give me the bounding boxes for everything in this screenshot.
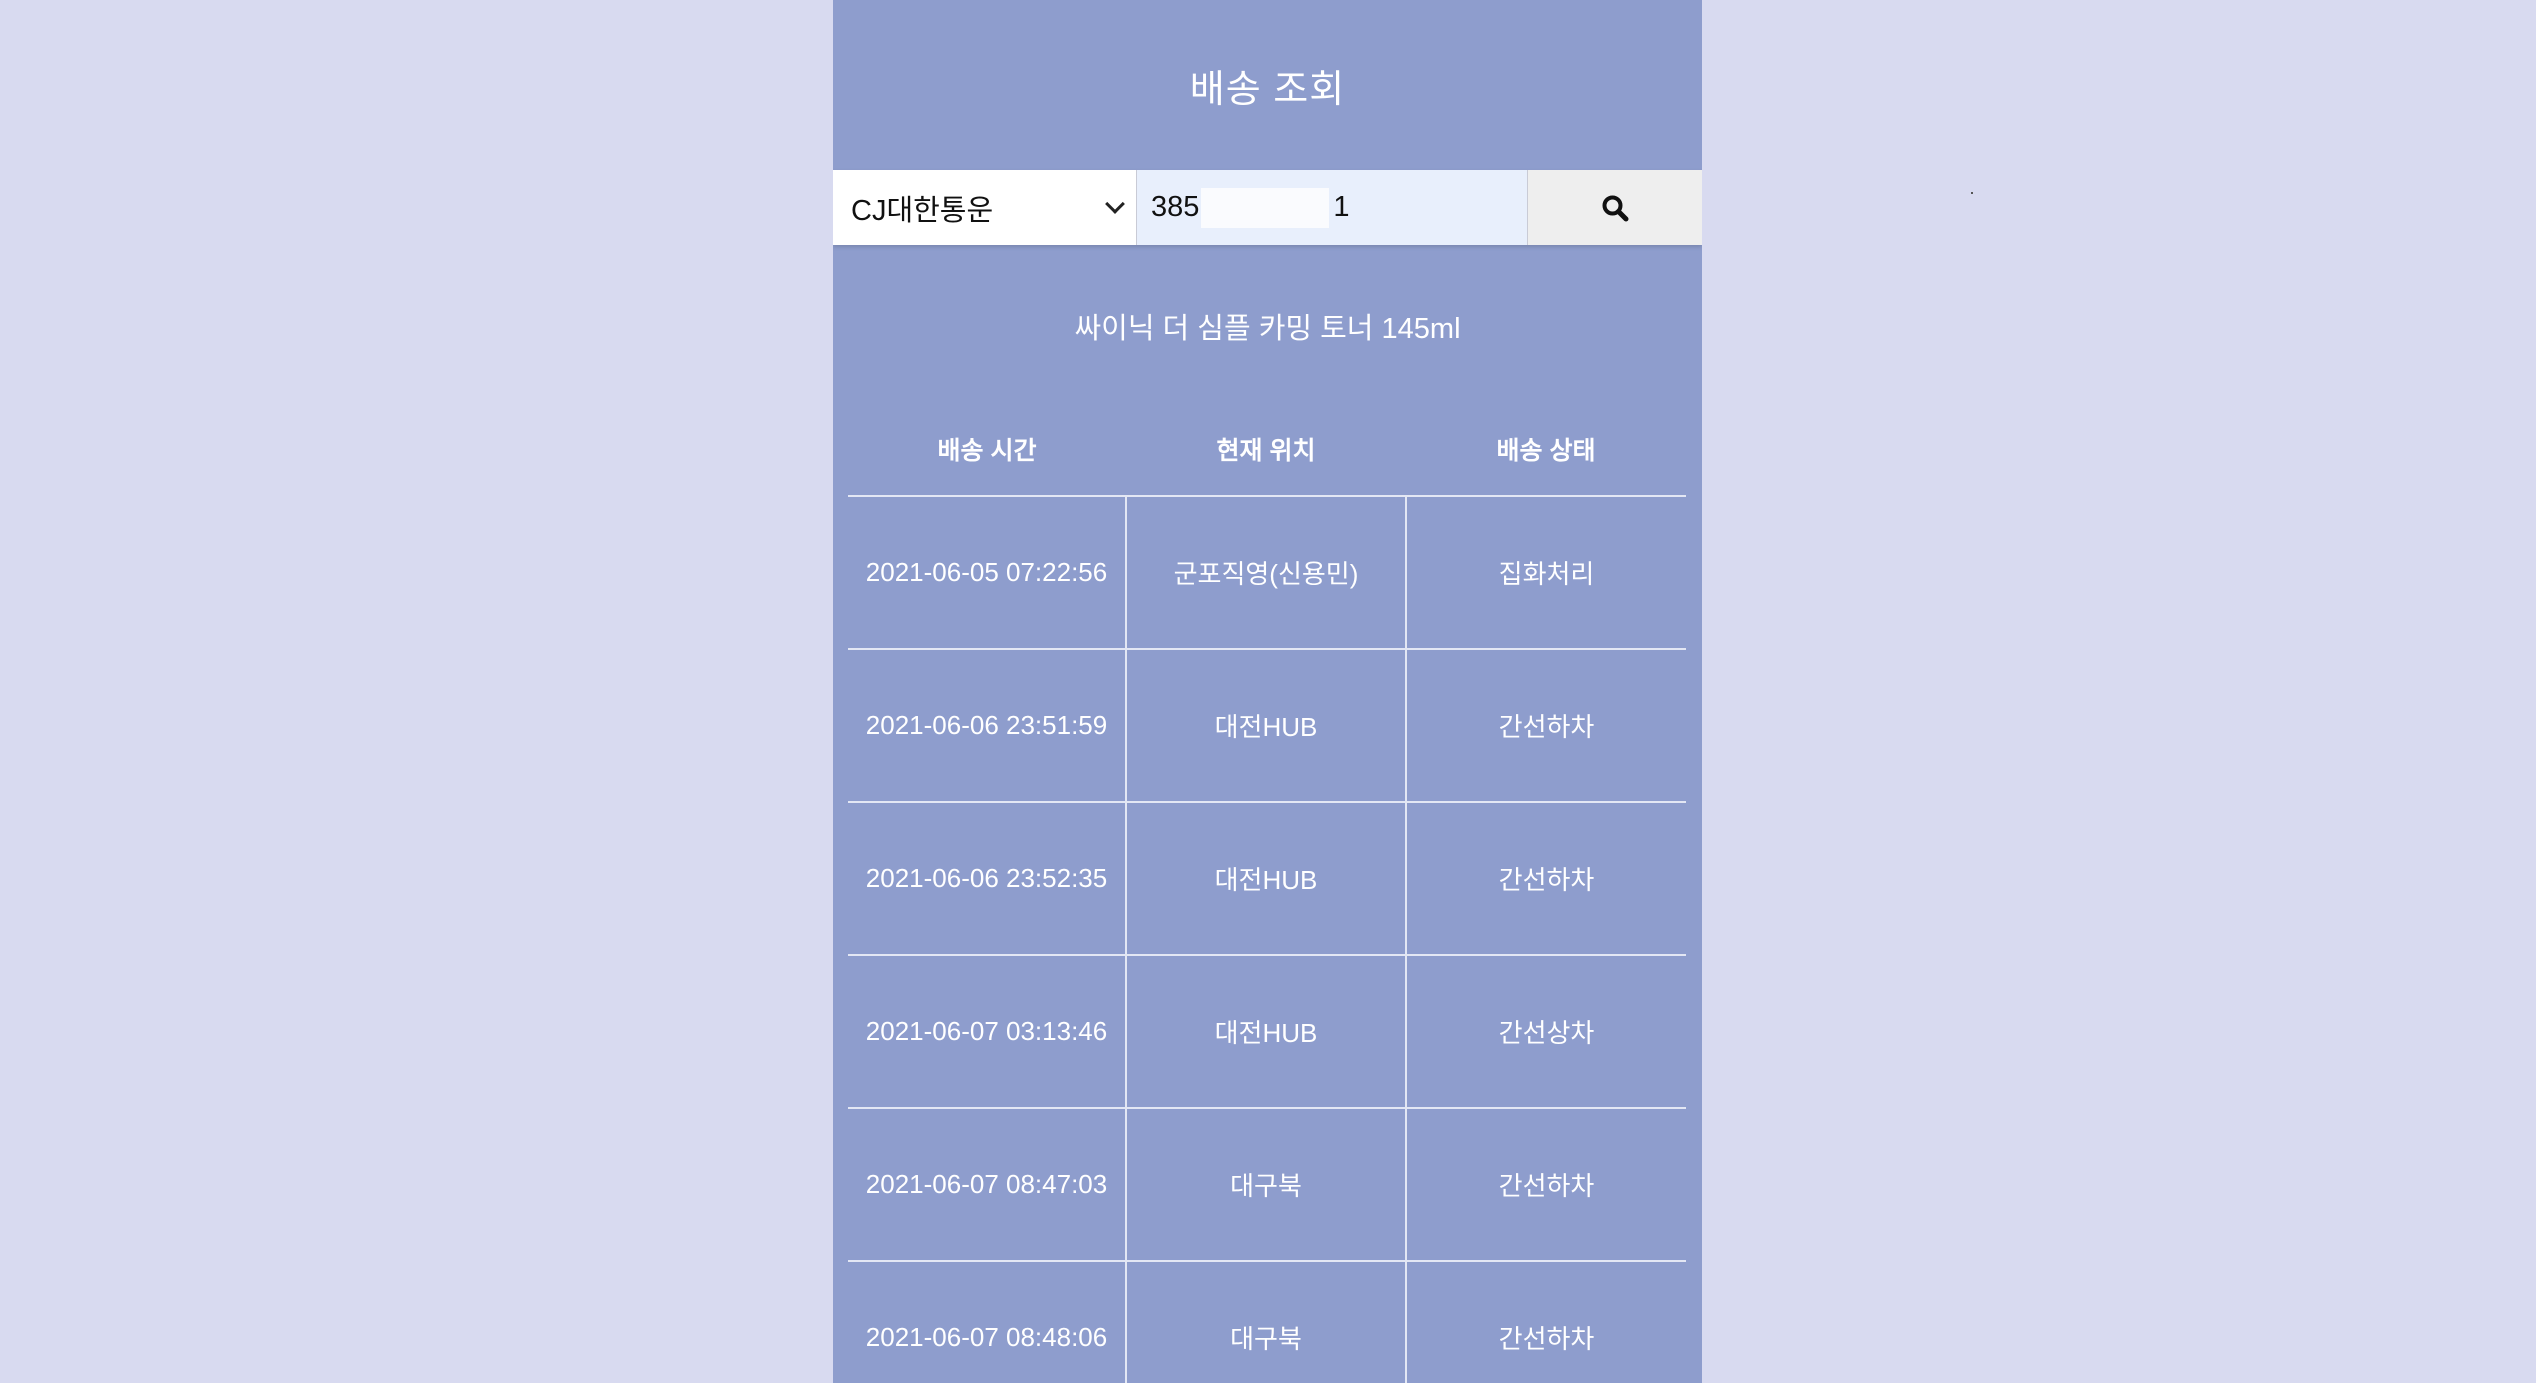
- search-icon: [1602, 195, 1629, 221]
- cell-status: 간선하차: [1405, 802, 1686, 956]
- cell-location: 대전HUB: [1125, 955, 1406, 1109]
- cell-status: 집화처리: [1405, 496, 1686, 650]
- tracking-number-suffix: 1: [1333, 191, 1350, 223]
- table-row: 2021-06-06 23:51:59 대전HUB 간선하차: [848, 649, 1686, 803]
- cell-location: 대전HUB: [1125, 802, 1406, 956]
- search-bar: CJ대한통운 385 1: [833, 170, 1702, 245]
- page-title: 배송 조회: [1189, 68, 1346, 111]
- cell-location: 군포직영(신용민): [1125, 496, 1406, 650]
- stray-dot: [1971, 192, 1973, 194]
- table-row: 2021-06-06 23:52:35 대전HUB 간선하차: [848, 802, 1686, 956]
- column-header-time: 배송 시간: [848, 403, 1126, 497]
- table-row: 2021-06-07 08:47:03 대구북 간선하차: [848, 1108, 1686, 1262]
- cell-time: 2021-06-06 23:51:59: [848, 649, 1126, 803]
- cell-location: 대전HUB: [1125, 649, 1406, 803]
- carrier-select[interactable]: CJ대한통운: [833, 170, 1137, 245]
- carrier-select-value: CJ대한통운: [851, 194, 994, 227]
- tracking-table: 배송 시간 현재 위치 배송 상태 2021-06-05 07:22:56 군포…: [848, 403, 1686, 1383]
- tracking-panel: 배송 조회 CJ대한통운 385 1 싸이닉 더 심플 카밍 토너 145ml …: [833, 0, 1702, 1383]
- search-button[interactable]: [1527, 170, 1702, 245]
- table-row: 2021-06-05 07:22:56 군포직영(신용민) 집화처리: [848, 496, 1686, 650]
- column-header-location: 현재 위치: [1126, 403, 1406, 497]
- cell-status: 간선하차: [1405, 1261, 1686, 1383]
- page-header: 배송 조회: [833, 0, 1702, 170]
- cell-time: 2021-06-05 07:22:56: [848, 496, 1126, 650]
- table-header-row: 배송 시간 현재 위치 배송 상태: [848, 403, 1686, 497]
- cell-status: 간선하차: [1405, 649, 1686, 803]
- cell-time: 2021-06-07 03:13:46: [848, 955, 1126, 1109]
- table-row: 2021-06-07 03:13:46 대전HUB 간선상차: [848, 955, 1686, 1109]
- redaction-mask: [1201, 187, 1330, 228]
- tracking-number-prefix: 385: [1151, 191, 1200, 223]
- table-row: 2021-06-07 08:48:06 대구북 간선하차: [848, 1261, 1686, 1383]
- column-header-status: 배송 상태: [1406, 403, 1686, 497]
- cell-status: 간선상차: [1405, 955, 1686, 1109]
- cell-status: 간선하차: [1405, 1108, 1686, 1262]
- cell-time: 2021-06-07 08:48:06: [848, 1261, 1126, 1383]
- chevron-down-icon: [1105, 193, 1125, 214]
- cell-time: 2021-06-06 23:52:35: [848, 802, 1126, 956]
- cell-location: 대구북: [1125, 1108, 1406, 1262]
- cell-time: 2021-06-07 08:47:03: [848, 1108, 1126, 1262]
- tracking-number-input[interactable]: 385 1: [1137, 170, 1527, 245]
- cell-location: 대구북: [1125, 1261, 1406, 1383]
- product-name: 싸이닉 더 심플 카밍 토너 145ml: [1074, 313, 1461, 345]
